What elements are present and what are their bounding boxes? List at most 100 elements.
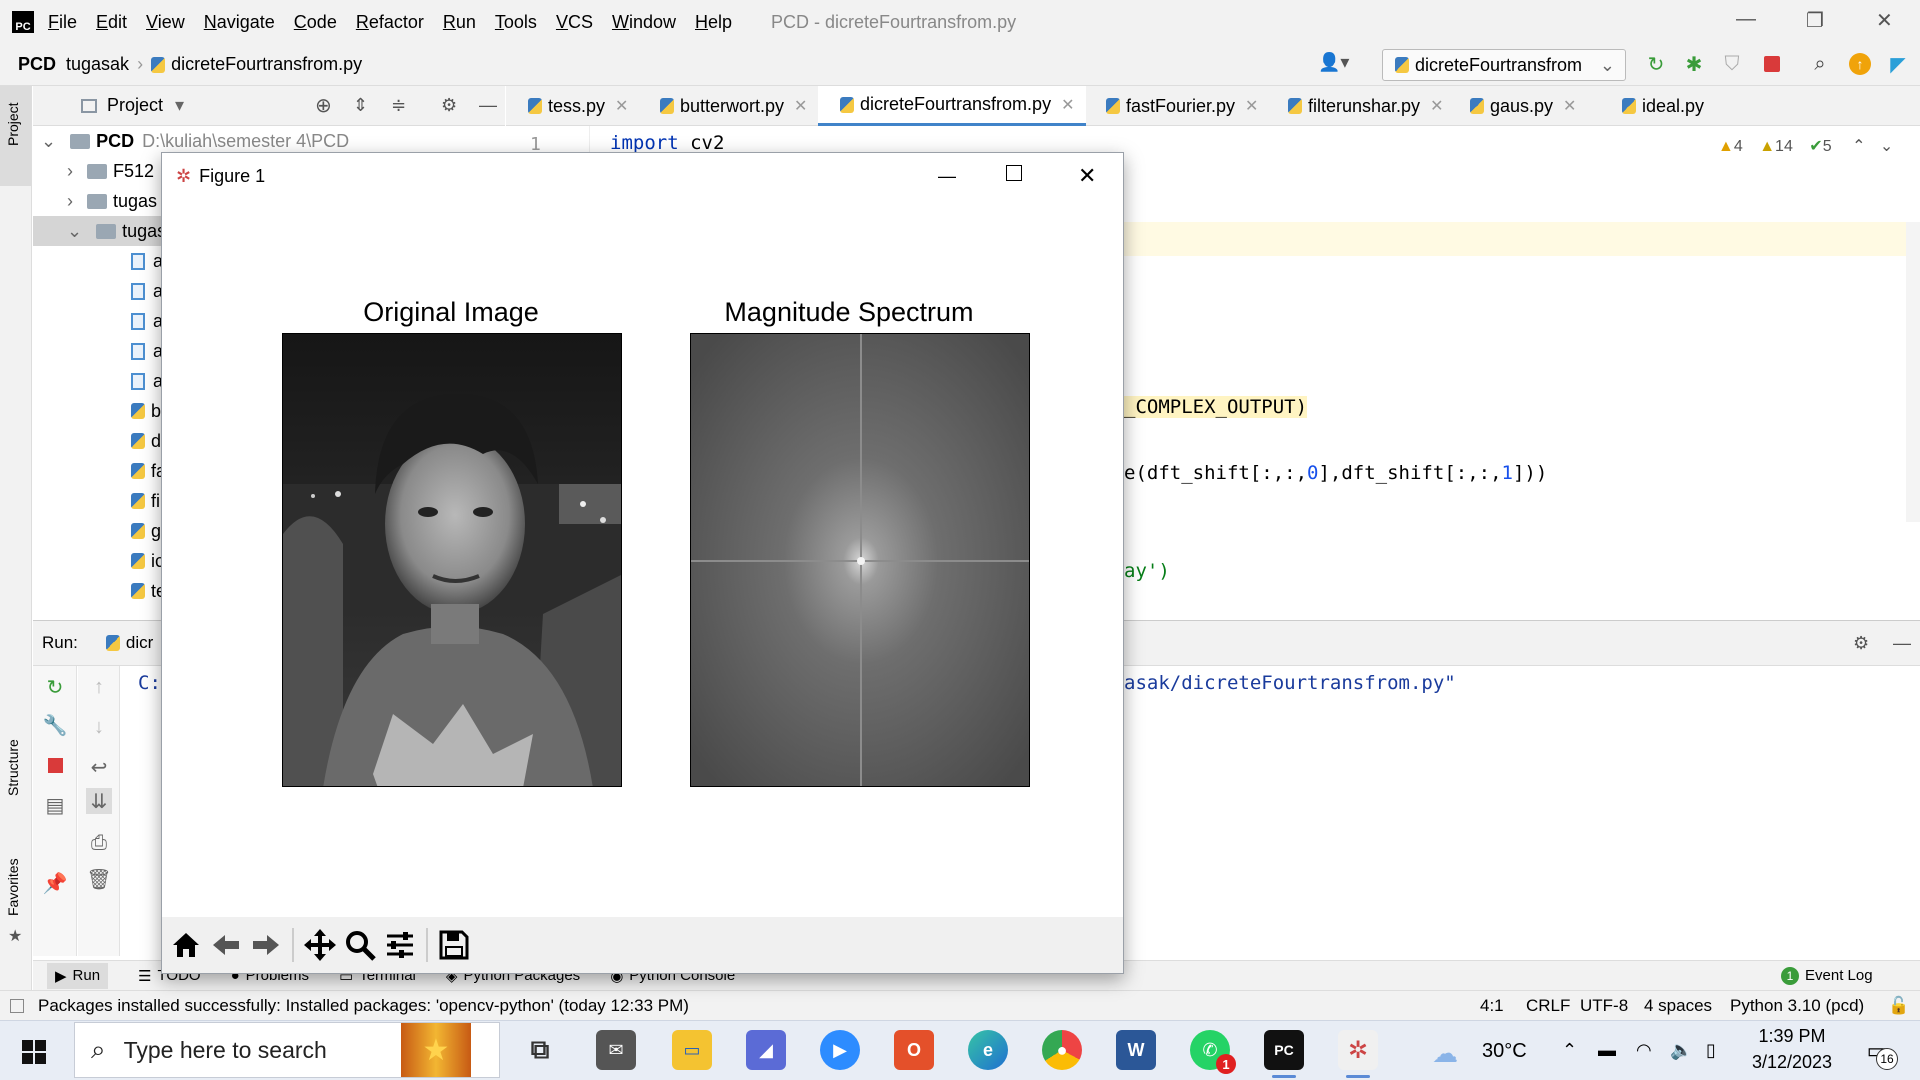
- back-icon[interactable]: [206, 925, 246, 965]
- original-image-axes[interactable]: [282, 333, 622, 787]
- tab-tess[interactable]: tess.py ✕: [506, 86, 628, 126]
- close-tab-icon[interactable]: ✕: [1245, 96, 1258, 116]
- project-stripe-label[interactable]: Project: [5, 102, 21, 146]
- toolwin-run[interactable]: ▶ Run: [47, 962, 109, 989]
- caret-position[interactable]: 4:1: [1480, 996, 1504, 1016]
- office-icon[interactable]: O: [894, 1030, 934, 1070]
- print-icon[interactable]: ⎙: [86, 830, 112, 856]
- locate-icon[interactable]: ⊕: [315, 93, 332, 118]
- close-tab-icon[interactable]: ✕: [615, 96, 628, 116]
- chevron-down-icon[interactable]: ▾: [175, 95, 184, 116]
- close-tab-icon[interactable]: ✕: [1563, 96, 1576, 116]
- close-icon[interactable]: ✕: [1876, 8, 1893, 33]
- tree-file[interactable]: g: [131, 516, 161, 546]
- run-tab[interactable]: dicr: [105, 633, 153, 653]
- tree-file[interactable]: d: [131, 426, 161, 456]
- pycharm-taskbar-icon[interactable]: PC: [1264, 1030, 1304, 1078]
- menu-view[interactable]: View: [146, 12, 185, 33]
- windows-start-icon[interactable]: [22, 1040, 46, 1069]
- inspection-widget[interactable]: ▲4 ▲14 ✔5 ⌃ ⌄: [1718, 136, 1893, 156]
- status-message[interactable]: Packages installed successfully: Install…: [38, 996, 689, 1016]
- restore-icon[interactable]: ❐: [1806, 8, 1824, 33]
- stop-icon[interactable]: [1760, 52, 1784, 76]
- edge-icon[interactable]: e: [968, 1030, 1008, 1070]
- tree-file[interactable]: ic: [131, 546, 164, 576]
- configure-subplots-icon[interactable]: [380, 925, 420, 965]
- indent-setting[interactable]: 4 spaces: [1644, 996, 1712, 1016]
- favorites-stripe-label[interactable]: Favorites: [5, 858, 21, 916]
- tree-item[interactable]: › F512: [67, 156, 154, 186]
- tab-butterwort[interactable]: butterwort.py ✕: [638, 86, 807, 126]
- chrome-icon[interactable]: ●: [1042, 1030, 1082, 1070]
- word-icon[interactable]: W: [1116, 1030, 1156, 1070]
- update-icon[interactable]: ↑: [1848, 52, 1872, 76]
- arrow-down-icon[interactable]: ↓: [86, 714, 112, 740]
- figure-titlebar[interactable]: ✲ Figure 1 — ✕: [162, 153, 1123, 199]
- chevron-up-icon[interactable]: ⌃: [1852, 138, 1865, 155]
- breadcrumb-folder[interactable]: tugasak: [66, 54, 129, 75]
- whatsapp-icon[interactable]: ✆ 1: [1190, 1030, 1236, 1074]
- rerun-icon[interactable]: ↻: [1644, 52, 1668, 76]
- pin-icon[interactable]: 📌: [42, 870, 68, 896]
- wrench-icon[interactable]: 🔧: [42, 712, 68, 738]
- file-encoding[interactable]: UTF-8: [1580, 996, 1628, 1016]
- expand-all-icon[interactable]: ⇕: [353, 95, 368, 116]
- menu-tools[interactable]: Tools: [495, 12, 537, 33]
- tab-fastFourier[interactable]: fastFourier.py ✕: [1084, 86, 1258, 126]
- tree-file[interactable]: a: [131, 336, 163, 366]
- lock-icon[interactable]: 🔓: [1888, 996, 1909, 1016]
- device-icon[interactable]: ▯: [1706, 1040, 1716, 1061]
- weather-temp[interactable]: 30°C: [1482, 1040, 1527, 1063]
- zoom-icon[interactable]: [340, 925, 380, 965]
- close-icon[interactable]: ✕: [1078, 163, 1096, 189]
- code-with-me-icon[interactable]: ◤: [1886, 52, 1910, 76]
- menu-file[interactable]: File: [48, 12, 77, 33]
- forward-icon[interactable]: [246, 925, 286, 965]
- close-tab-icon[interactable]: ✕: [1061, 95, 1074, 115]
- tab-gaus[interactable]: gaus.py ✕: [1448, 86, 1576, 126]
- taskbar-search-box[interactable]: ⌕ Type here to search ★: [74, 1022, 500, 1078]
- mail-icon[interactable]: ✉: [596, 1030, 636, 1070]
- hide-icon[interactable]: —: [1893, 633, 1911, 654]
- python-interpreter[interactable]: Python 3.10 (pcd): [1730, 996, 1864, 1016]
- user-icon[interactable]: 👤▾: [1318, 52, 1349, 73]
- breadcrumb-root[interactable]: PCD: [18, 54, 56, 75]
- wifi-icon[interactable]: ◠: [1636, 1040, 1652, 1061]
- editor-scrollbar[interactable]: [1906, 222, 1920, 522]
- volume-icon[interactable]: 🔈: [1670, 1040, 1692, 1061]
- run-configuration-select[interactable]: dicreteFourtransfrom ⌄: [1382, 49, 1626, 81]
- tab-dicreteFourtransfrom[interactable]: dicreteFourtransfrom.py ✕: [818, 86, 1087, 126]
- gear-icon[interactable]: ⚙: [441, 95, 457, 116]
- gear-icon[interactable]: ⚙: [1853, 633, 1869, 654]
- app-icon[interactable]: ◢: [746, 1030, 786, 1070]
- structure-stripe-label[interactable]: Structure: [5, 739, 21, 796]
- menu-vcs[interactable]: VCS: [556, 12, 593, 33]
- pan-icon[interactable]: [300, 925, 340, 965]
- zoom-app-icon[interactable]: ▶: [820, 1030, 860, 1070]
- debug-icon[interactable]: ✱: [1682, 52, 1706, 76]
- rerun-icon[interactable]: ↻: [42, 674, 68, 700]
- trash-icon[interactable]: 🗑: [86, 866, 112, 892]
- chevron-down-icon[interactable]: ⌄: [1880, 138, 1893, 155]
- toggle-tool-windows-icon[interactable]: [10, 998, 24, 1013]
- menu-code[interactable]: Code: [294, 12, 337, 33]
- save-icon[interactable]: [434, 925, 474, 965]
- coverage-icon[interactable]: ⛉: [1720, 52, 1744, 76]
- stop-icon[interactable]: [42, 752, 68, 778]
- battery-icon[interactable]: ▬: [1598, 1040, 1616, 1061]
- minimize-icon[interactable]: —: [1736, 8, 1756, 31]
- menu-edit[interactable]: Edit: [96, 12, 127, 33]
- menu-run[interactable]: Run: [443, 12, 476, 33]
- home-icon[interactable]: [166, 925, 206, 965]
- arrow-up-icon[interactable]: ↑: [86, 674, 112, 700]
- menu-refactor[interactable]: Refactor: [356, 12, 424, 33]
- layout-icon[interactable]: ▤: [42, 792, 68, 818]
- notification-center-icon[interactable]: ▭ 16: [1862, 1036, 1898, 1070]
- event-log[interactable]: 1 Event Log: [1781, 966, 1873, 985]
- chevron-up-icon[interactable]: ⌃: [1562, 1040, 1577, 1061]
- clock-date[interactable]: 3/12/2023: [1744, 1052, 1840, 1073]
- tree-file[interactable]: a: [131, 366, 163, 396]
- soft-wrap-icon[interactable]: ↩: [86, 754, 112, 780]
- line-separator[interactable]: CRLF: [1526, 996, 1570, 1016]
- scroll-to-end-icon[interactable]: ⇊: [86, 788, 112, 814]
